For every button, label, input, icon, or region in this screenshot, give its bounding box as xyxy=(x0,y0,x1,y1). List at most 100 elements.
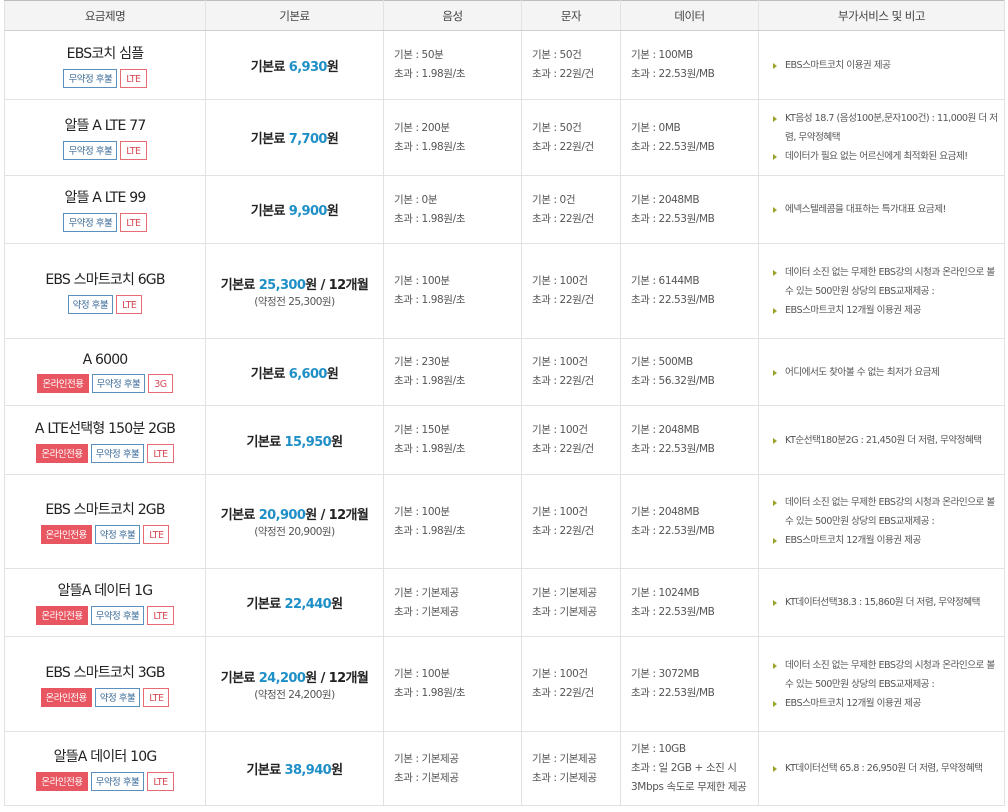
badge-net: LTE xyxy=(120,68,147,88)
badge-online: 온라인전용 xyxy=(36,606,88,625)
badge-net: LTE xyxy=(143,687,170,707)
sms-line: 초과 : 22원/건 xyxy=(532,140,594,153)
base-fee: 기본료 6,600원 xyxy=(250,366,339,382)
sms-line: 초과 : 22원/건 xyxy=(532,68,594,80)
plan-name-cell: EBS 스마트코치 3GB 온라인전용 약정 후불 LTE xyxy=(4,636,206,732)
voice-line: 초과 : 1.98원/초 xyxy=(394,140,465,153)
bullet-arrow-icon xyxy=(773,766,777,772)
badge-online: 온라인전용 xyxy=(36,772,88,791)
plan-name: 알뜰A 데이터 1G xyxy=(57,583,153,599)
fee-amount: 24,200 xyxy=(258,670,306,686)
voice-line: 기본 : 0분 xyxy=(394,193,438,206)
base-fee-cell: 기본료 9,900원 xyxy=(205,175,384,244)
fee-pre-contract: (약정전 25,300원) xyxy=(254,295,335,308)
fee-amount: 25,300 xyxy=(258,277,306,293)
extras-cell: 데이터 소진 없는 무제한 EBS강의 시청과 온라인으로 볼수 있는 500만… xyxy=(758,474,1005,569)
data-cell: 기본 : 10GB 초과 : 일 2GB + 소진 시 3Mbps 속도로 무제한 … xyxy=(620,731,759,806)
base-fee-cell: 기본료 38,940원 xyxy=(205,731,384,806)
voice-cell: 기본 : 150분 초과 : 1.98원/초 xyxy=(383,405,522,475)
base-fee-cell: 기본료 7,700원 xyxy=(205,99,384,176)
bullet-arrow-icon xyxy=(773,500,777,506)
voice-line: 기본 : 100분 xyxy=(394,505,450,518)
data-line: 기본 : 100MB xyxy=(631,49,693,61)
voice-cell: 기본 : 200분 초과 : 1.98원/초 xyxy=(383,99,522,176)
data-cell: 기본 : 6144MB 초과 : 22.53원/MB xyxy=(620,243,759,339)
data-line: 초과 : 22.53원/MB xyxy=(631,605,715,618)
fee-amount: 6,600 xyxy=(288,366,328,382)
data-line: 초과 : 일 2GB + 소진 시 xyxy=(631,762,737,774)
plan-badges: 온라인전용 약정 후불 LTE xyxy=(5,525,205,544)
sms-cell: 기본 : 50건초과 : 22원/건 xyxy=(521,30,621,100)
fee-pre-contract: (약정전 20,900원) xyxy=(254,526,335,538)
table-row: A LTE선택형 150분 2GB 온라인전용 무약정 후불 LTE 기본료 15,95… xyxy=(4,405,1005,475)
sms-line: 초과 : 22원/건 xyxy=(532,294,594,306)
badge-contract: 약정 후불 xyxy=(67,294,114,314)
sms-line: 초과 : 22원/건 xyxy=(532,687,594,699)
base-fee-cell: 기본료 25,300원 / 12개월 (약정전 25,300원) xyxy=(205,243,384,339)
badge-net: 3G xyxy=(148,373,173,393)
sms-line: 기본 : 100건 xyxy=(532,356,588,368)
data-cell: 기본 : 2048MB 초과 : 22.53원/MB xyxy=(620,175,759,244)
voice-cell: 기본 : 기본제공 초과 : 기본제공 xyxy=(383,731,522,806)
base-fee-cell: 기본료 6,930원 xyxy=(205,30,384,100)
plan-name-cell: 알뜰 A LTE 77 무약정 후불 LTE xyxy=(4,99,206,176)
header-plan-name: 요금제명 xyxy=(4,0,206,31)
plan-name-cell: EBS 스마트코치 2GB 온라인전용 약정 후불 LTE xyxy=(4,474,206,569)
plan-name: EBS 스마트코치 3GB xyxy=(45,664,165,681)
fee-amount: 15,950 xyxy=(284,434,332,450)
sms-line: 기본 : 기본제공 xyxy=(532,752,597,765)
data-cell: 기본 : 3072MB 초과 : 22.53원/MB xyxy=(620,636,759,732)
sms-cell: 기본 : 0건 초과 : 22원/건 xyxy=(521,175,621,244)
sms-line: 초과 : 22원/건 xyxy=(532,524,594,537)
base-fee: 기본료 6,930원 xyxy=(250,59,339,75)
data-line: 기본 : 500MB xyxy=(631,356,693,368)
extras-item: KT데이터선택 65.8 : 26,950원 더 저렴, 무약정혜택 xyxy=(773,759,1000,778)
data-line: 초과 : 22.53원/MB xyxy=(631,140,715,153)
sms-cell: 기본 : 100건 초과 : 22원/건 xyxy=(521,338,621,406)
base-fee: 기본료 38,940원 xyxy=(246,763,344,778)
extras-item: 에넥스텔레콤을 대표하는 특가대표 요금제! xyxy=(773,200,1000,219)
badge-net: LTE xyxy=(120,141,147,160)
base-fee: 기본료 20,900원 / 12개월 xyxy=(220,508,369,523)
fee-amount: 20,900 xyxy=(258,508,306,523)
plan-name: 알뜰A 데이터 10G xyxy=(53,749,158,765)
bullet-arrow-icon xyxy=(773,116,777,122)
badge-online: 온라인전용 xyxy=(37,373,89,393)
data-line: 기본 : 3072MB xyxy=(631,668,700,680)
voice-line: 초과 : 1.98원/초 xyxy=(394,524,465,537)
voice-line: 초과 : 1.98원/초 xyxy=(394,212,465,225)
extras-item: 데이터 소진 없는 무제한 EBS강의 시청과 온라인으로 볼수 있는 500만… xyxy=(773,263,1000,301)
data-line: 초과 : 22.53원/MB xyxy=(631,294,715,306)
sms-line: 기본 : 100건 xyxy=(532,668,588,680)
extras-item: 데이터가 필요 없는 어르신에게 최적화된 요금제! xyxy=(773,147,1000,166)
extras-cell: KT음성 18.7 (음성100분,문자100건) : 11,000원 더 저렴… xyxy=(758,99,1005,176)
extras-item: EBS스마트코치 12개월 이용권 제공 xyxy=(773,301,1000,320)
sms-line: 기본 : 50건 xyxy=(532,49,582,61)
voice-line: 초과 : 1.98원/초 xyxy=(394,375,465,387)
sms-line: 기본 : 100건 xyxy=(532,424,588,436)
plan-name: A 6000 xyxy=(82,351,129,368)
header-sms: 문자 xyxy=(521,0,621,31)
data-cell: 기본 : 100MB 초과 : 22.53원/MB xyxy=(620,30,759,100)
data-cell: 기본 : 1024MB 초과 : 22.53원/MB xyxy=(620,568,759,637)
table-row: EBS코치 심플 무약정 후불 LTE 기본료 6,930원 기본 : 50분 초과 : … xyxy=(4,30,1005,100)
plan-badges: 온라인전용 무약정 후불 LTE xyxy=(5,443,205,463)
badge-net: LTE xyxy=(116,294,143,314)
data-line: 기본 : 2048MB xyxy=(631,424,700,436)
bullet-arrow-icon xyxy=(773,269,777,276)
badge-online: 온라인전용 xyxy=(40,525,92,544)
voice-line: 기본 : 100분 xyxy=(394,275,450,287)
plan-badges: 온라인전용 약정 후불 LTE xyxy=(5,687,205,707)
plan-name: EBS코치 심플 xyxy=(66,45,144,62)
data-cell: 기본 : 0MB 초과 : 22.53원/MB xyxy=(620,99,759,176)
badge-net: LTE xyxy=(147,443,174,463)
table-header: 요금제명 기본료 음성 문자 데이터 부가서비스 및 비고 xyxy=(4,0,1005,31)
sms-cell: 기본 : 50건 초과 : 22원/건 xyxy=(521,99,621,176)
bullet-arrow-icon xyxy=(773,538,777,544)
data-line: 기본 : 1024MB xyxy=(631,586,700,599)
header-voice: 음성 xyxy=(383,0,522,31)
sms-line: 기본 : 100건 xyxy=(532,505,588,518)
sms-cell: 기본 : 100건초과 : 22원/건 xyxy=(521,636,621,732)
plan-name: A LTE선택형 150분 2GB xyxy=(34,420,176,437)
sms-cell: 기본 : 100건 초과 : 22원/건 xyxy=(521,243,621,339)
